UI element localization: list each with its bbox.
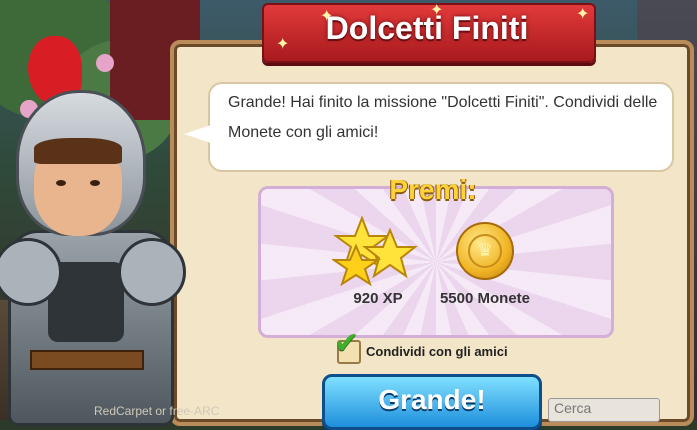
- background-sign-text: RedCarpet or free-ARC: [94, 404, 220, 418]
- knight-character: [0, 30, 200, 426]
- confirm-button[interactable]: Grande!: [322, 374, 542, 430]
- star-icon: [332, 216, 418, 286]
- search-placeholder: Cerca: [554, 400, 592, 416]
- share-checkbox-label[interactable]: Condividi con gli amici: [366, 344, 508, 359]
- sparkle-icon: ✦: [276, 34, 290, 53]
- rewards-panel: [258, 186, 614, 338]
- sparkle-icon: ✦: [430, 0, 444, 19]
- sparkle-icon: ✦: [320, 6, 334, 25]
- dialog-title: Dolcetti Finiti: [325, 10, 529, 46]
- xp-reward-label: 920 XP: [353, 290, 403, 307]
- quest-message: Grande! Hai finito la missione "Dolcetti…: [228, 94, 658, 141]
- crown-icon: ♛: [468, 234, 502, 268]
- sparkle-icon: ✦: [576, 4, 590, 23]
- rewards-heading: Premi:: [389, 174, 477, 205]
- checkmark-icon: ✔: [334, 326, 360, 361]
- coin-reward-label: 5500 Monete: [439, 290, 531, 307]
